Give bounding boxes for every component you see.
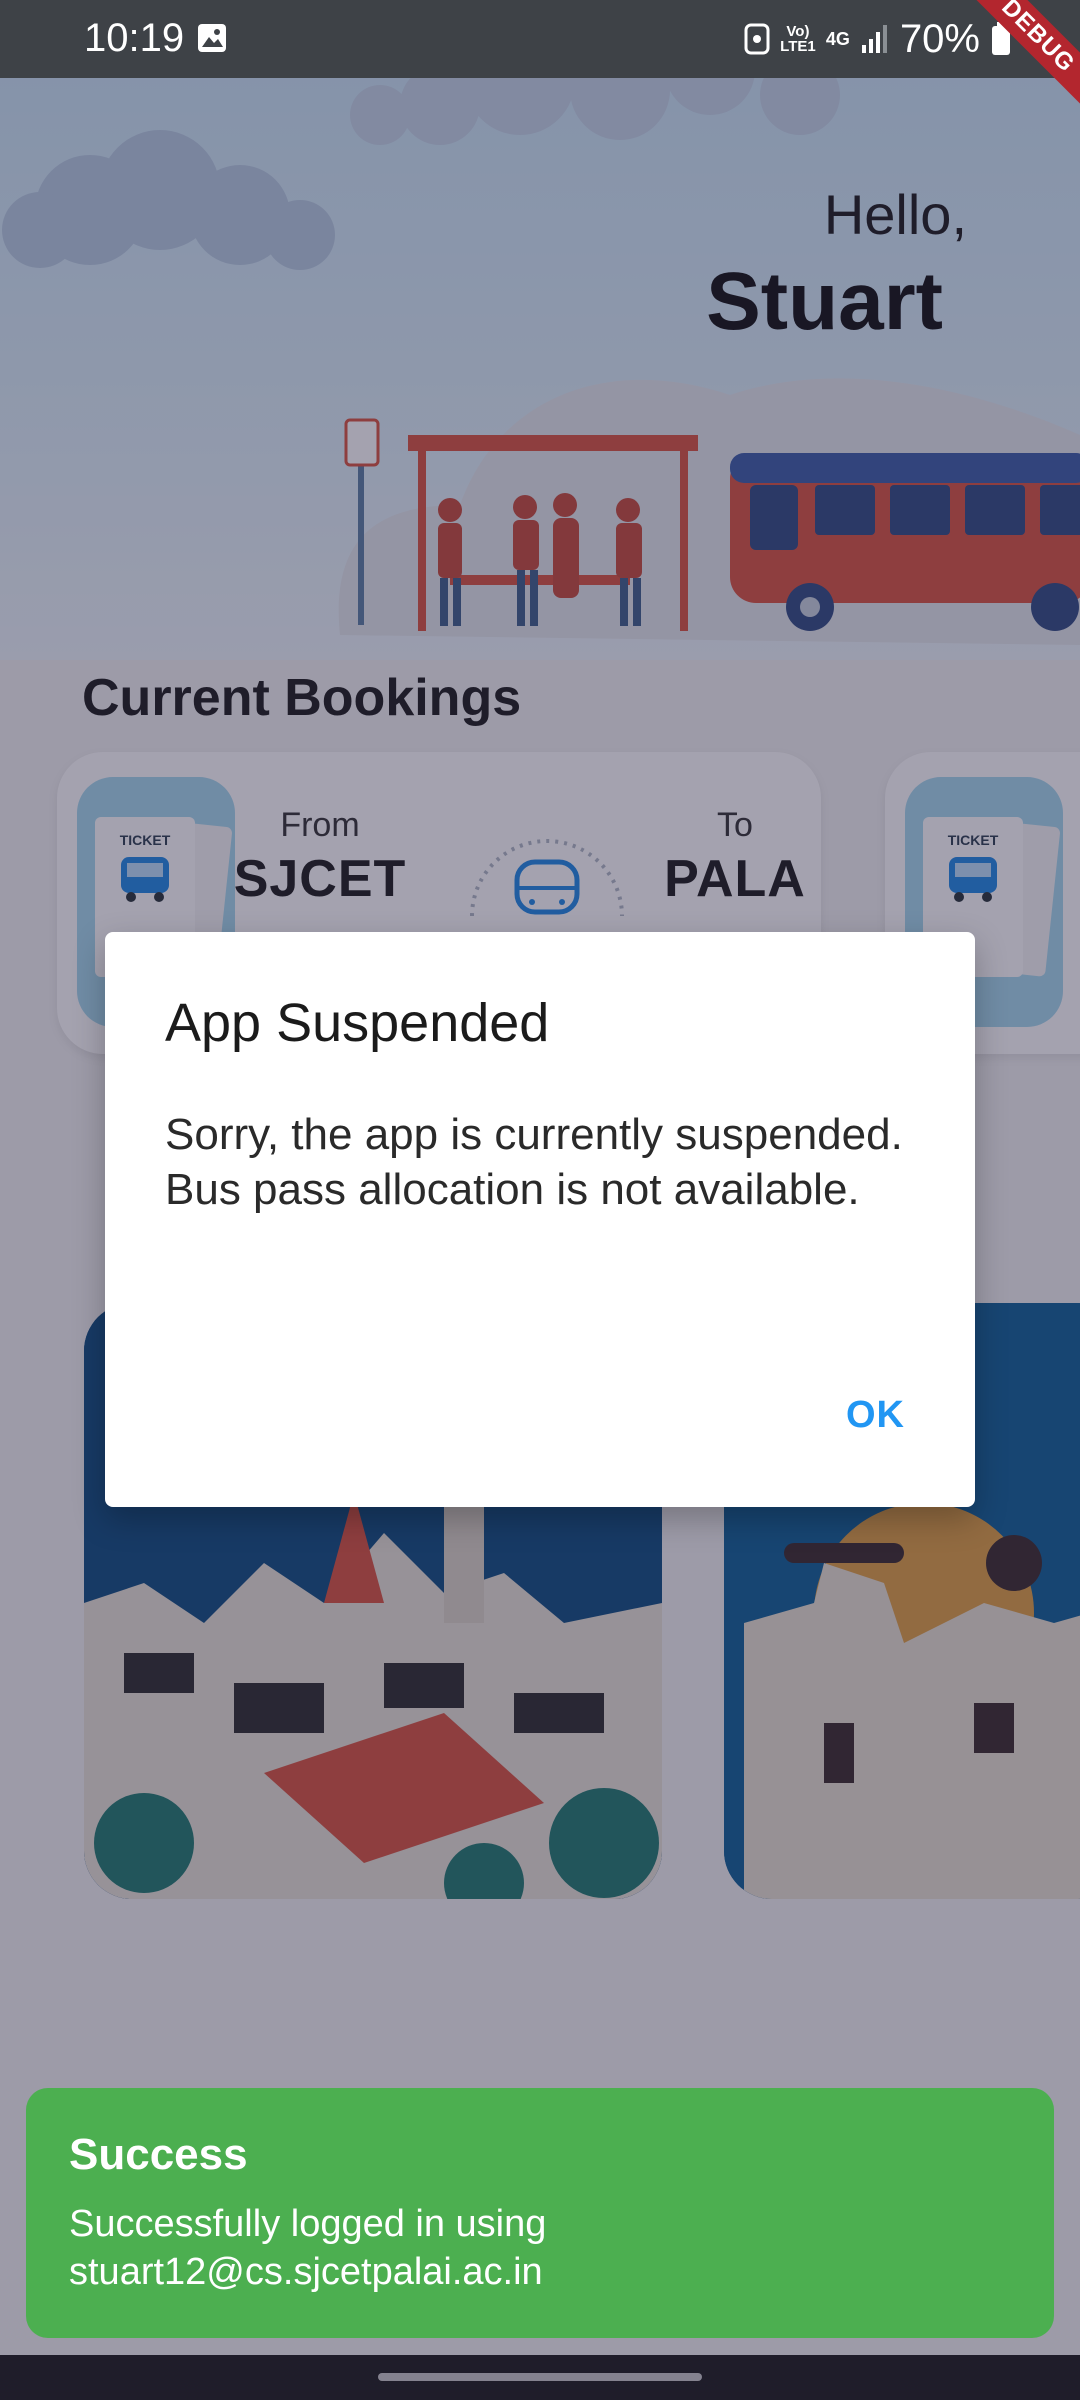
status-icons: Vo) LTE1 4G 70% <box>744 14 1012 64</box>
signal-strength-icon <box>861 25 887 53</box>
snackbar-title: Success <box>69 2130 248 2179</box>
status-time: 10:19 <box>84 16 185 60</box>
dialog-title: App Suspended <box>165 993 550 1053</box>
gallery-notification-icon <box>198 24 226 52</box>
volte-indicator: Vo) LTE1 <box>780 23 816 55</box>
network-type-indicator: 4G <box>825 29 850 49</box>
success-snackbar: Success Successfully logged in using stu… <box>26 2088 1054 2338</box>
app-suspended-dialog: App Suspended Sorry, the app is currentl… <box>105 932 975 1507</box>
data-saver-icon <box>744 23 770 55</box>
battery-percent: 70% <box>899 16 980 61</box>
status-bar: 10:19 Vo) LTE1 4G 70% DEBUG <box>0 0 1080 120</box>
dialog-message: Sorry, the app is currently suspended. B… <box>165 1110 903 1214</box>
snackbar-message: Successfully logged in using stuart12@cs… <box>69 2203 547 2293</box>
ok-button[interactable]: OK <box>846 1394 905 1437</box>
